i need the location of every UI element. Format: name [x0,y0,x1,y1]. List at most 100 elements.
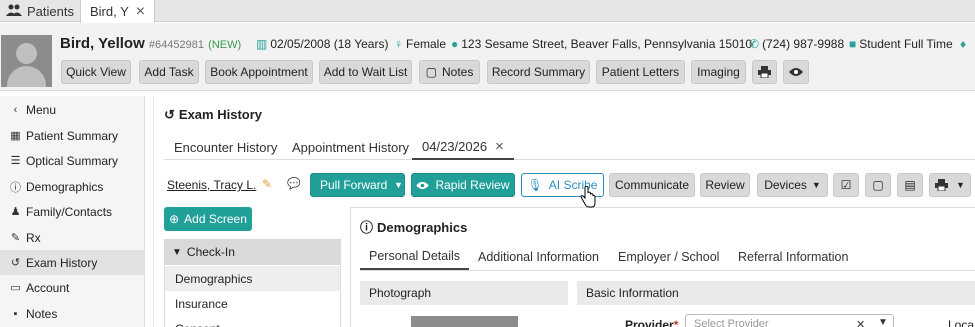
tab-patient-label: Bird, Y [90,4,129,19]
sidebar-item-label: Family/Contacts [26,204,113,219]
patient-employment: ■ Student Full Time [849,37,953,51]
sticky-note-button[interactable]: ▢ [865,173,891,197]
pencil-icon[interactable]: ✎ [262,177,272,191]
list-item[interactable]: Insurance [164,291,341,316]
info-icon: ⓘ [360,220,374,235]
patient-dob: ▥ 02/05/2008 (18 Years) [256,37,388,51]
sidebar-item-exam-history[interactable]: ↺ Exam History [0,250,145,275]
devices-button[interactable]: Devices ▼ [757,173,828,197]
location-label: Loca [948,318,975,327]
section-photograph: Photograph [360,281,568,305]
add-task-button[interactable]: Add Task [139,60,199,84]
tab-additional-information[interactable]: Additional Information [469,244,608,270]
sidebar-item-account[interactable]: ▭ Account [0,275,145,300]
top-tab-bar: Patients Bird, Y × [0,0,975,23]
document-button[interactable]: ▤ [897,173,923,197]
patient-name: Bird, Yellow #64452981 (NEW) [60,35,241,52]
close-icon[interactable]: × [495,138,504,155]
exam-tabs: Encounter History Appointment History 04… [164,134,975,160]
rapid-review-label: Rapid Review [435,178,510,192]
avatar [1,35,52,87]
list-item[interactable]: Consent [164,316,341,327]
phone-icon: ✆ [749,37,760,51]
imaging-button[interactable]: Imaging [691,60,746,84]
devices-label: Devices [764,178,807,192]
prescription-icon: ✎ [10,232,21,244]
add-screen-button[interactable]: ⊕ Add Screen [164,207,252,231]
tab-encounter-history[interactable]: Encounter History [164,134,287,160]
chevron-down-icon: ▼ [172,246,182,258]
notes-button[interactable]: ▢ Notes [419,60,480,84]
sidebar-item-label: Patient Summary [26,128,119,143]
sidebar-item-notes[interactable]: ▪ Notes [0,301,145,326]
sidebar-item-label: Demographics [26,179,104,194]
quick-view-button[interactable]: Quick View [61,60,131,84]
sidebar-item-label: Menu [26,102,57,117]
plus-circle-icon: ⊕ [169,212,180,226]
tab-exam-date[interactable]: 04/23/2026 × [412,134,514,160]
patient-letters-button[interactable]: Patient Letters [596,60,685,84]
required-marker: * [673,318,679,327]
sidebar-item-family-contacts[interactable]: ♟ Family/Contacts [0,199,145,224]
review-button[interactable]: Review [700,173,750,197]
tab-appointment-history[interactable]: Appointment History [282,134,419,160]
checkin-group[interactable]: ▼ Check-In [164,239,341,265]
tab-patient-bird[interactable]: Bird, Y × [80,0,156,23]
caret-down-icon: ▼ [956,180,965,190]
provider-link[interactable]: Steenis, Tracy L. [167,178,256,192]
money-icon: ▭ [10,282,21,294]
chevron-left-icon: ‹ [13,103,18,116]
tab-referral-information[interactable]: Referral Information [729,244,857,270]
page-title: ↺ Exam History [164,107,262,123]
tab-employer-school[interactable]: Employer / School [609,244,728,270]
chevron-down-icon: ▼ [878,317,888,327]
check-square-icon: ☑ [840,178,852,192]
tab-personal-details[interactable]: Personal Details [360,244,470,270]
phone-text: (724) 987-9988 [762,37,845,51]
record-summary-button[interactable]: Record Summary [487,60,590,84]
tab-patients[interactable]: Patients [6,0,74,22]
add-to-wait-list-button[interactable]: Add to Wait List [319,60,412,84]
main-panel: ↺ Exam History Encounter History Appointm… [153,96,975,327]
comment-icon[interactable]: 💬 [287,177,301,190]
divider [360,270,975,271]
panel-title-text: Demographics [377,220,468,235]
close-icon[interactable]: × [136,3,145,20]
checkin-group-label: Check-In [186,245,235,259]
sidebar-item-patient-summary[interactable]: ▦ Patient Summary [0,123,145,148]
sidebar-item-menu[interactable]: ‹ Menu [0,97,145,122]
panel-title: ⓘ Demographics [360,217,467,236]
sidebar-item-label: Exam History [26,255,98,270]
print-button[interactable]: ▼ [929,173,971,197]
checklist-button[interactable]: ☑ [833,173,859,197]
eye-icon [789,68,803,76]
sidebar-item-label: Account [26,280,70,295]
sidebar: ‹ Menu ▦ Patient Summary ☰ Optical Summary … [0,96,145,327]
sidebar-item-optical-summary[interactable]: ☰ Optical Summary [0,148,145,173]
sidebar-item-demographics[interactable]: ⓘ Demographics [0,174,145,199]
grid-icon: ▦ [10,130,21,142]
users-icon: ♟ [10,206,21,218]
patient-name-text: Bird, Yellow [60,35,145,52]
pull-forward-label: Pull Forward [320,178,388,192]
print-icon [758,66,771,78]
briefcase-icon: ■ [849,37,857,51]
clear-icon[interactable]: ✕ [856,318,865,327]
sticky-note-icon: ▢ [872,178,884,192]
list-item[interactable]: Demographics [164,266,341,291]
view-button[interactable] [783,60,809,84]
history-icon: ↺ [164,107,175,122]
microphone-icon: 🎙 [527,178,543,192]
notes-button-label: Notes [441,65,474,79]
print-button[interactable] [752,60,777,84]
book-appointment-button[interactable]: Book Appointment [205,60,313,84]
caret-down-icon[interactable]: ▼ [394,180,403,190]
provider-select-placeholder: Select Provider [694,318,769,327]
provider-label-text: Provider [625,318,674,327]
pull-forward-button[interactable]: Pull Forward ▼ [310,173,405,197]
rapid-review-button[interactable]: Rapid Review [411,173,515,197]
sidebar-item-rx[interactable]: ✎ Rx [0,225,145,250]
communicate-button[interactable]: Communicate [609,173,695,197]
provider-select[interactable]: Select Provider ✕ ▼ [685,314,894,327]
history-icon: ↺ [10,257,21,269]
